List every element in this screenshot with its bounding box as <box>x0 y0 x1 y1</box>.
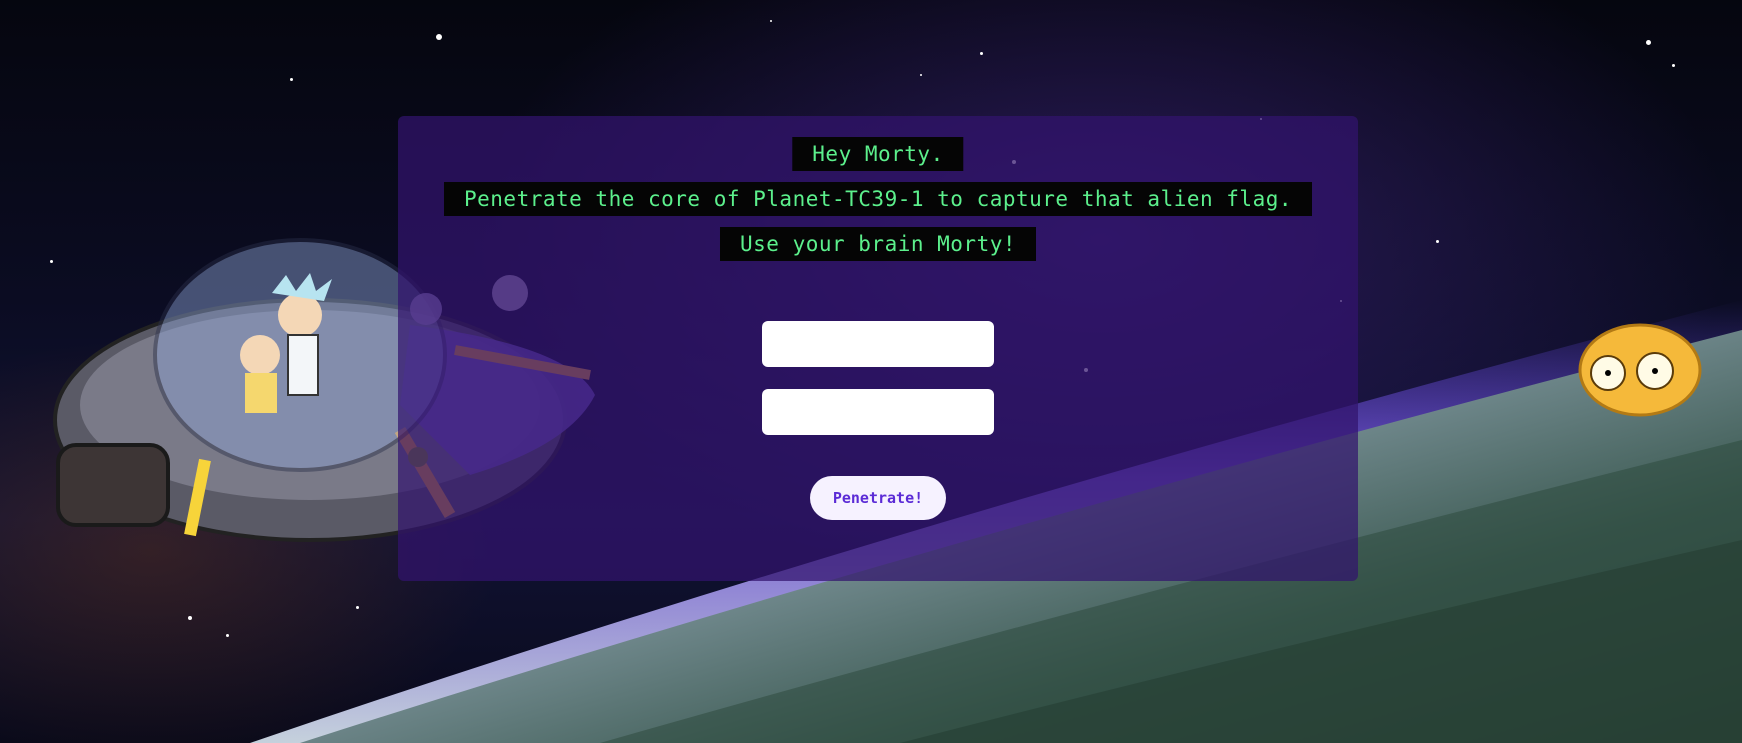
login-panel: Hey Morty. Penetrate the core of Planet-… <box>398 116 1358 581</box>
morty-head-illustration <box>1578 323 1702 417</box>
penetrate-button[interactable]: Penetrate! <box>810 476 946 520</box>
space-background: Hey Morty. Penetrate the core of Planet-… <box>0 0 1742 743</box>
mission-message: Penetrate the core of Planet-TC39-1 to c… <box>443 182 1313 216</box>
username-input[interactable] <box>762 321 994 367</box>
password-input[interactable] <box>762 389 994 435</box>
greeting-message: Hey Morty. <box>792 137 964 171</box>
hint-message: Use your brain Morty! <box>719 227 1037 261</box>
